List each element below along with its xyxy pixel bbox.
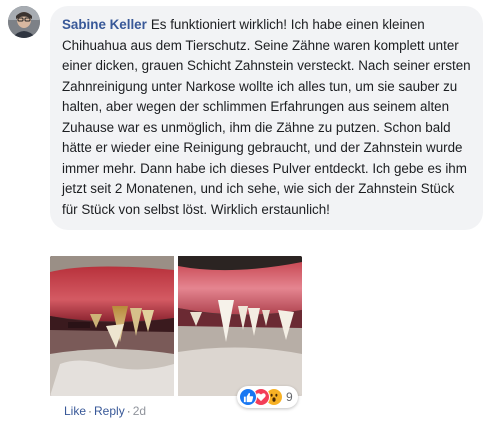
like-icon [239,388,257,406]
timestamp[interactable]: 2d [133,403,146,419]
reply-button[interactable]: Reply [94,403,125,419]
separator: · [88,404,93,418]
comment-author[interactable]: Sabine Keller [62,17,147,32]
comment-photo[interactable] [50,256,302,396]
avatar[interactable] [8,6,40,38]
like-button[interactable]: Like [64,403,86,419]
comment-text: Es funktioniert wirklich! Ich habe einen… [62,17,471,217]
comment-bubble: Sabine Keller Es funktioniert wirklich! I… [50,6,483,230]
reaction-count: 9 [286,390,293,404]
comment-actions: Like · Reply · 2d [64,403,146,419]
separator: · [126,404,131,418]
reactions-summary[interactable]: 9 [237,386,298,408]
